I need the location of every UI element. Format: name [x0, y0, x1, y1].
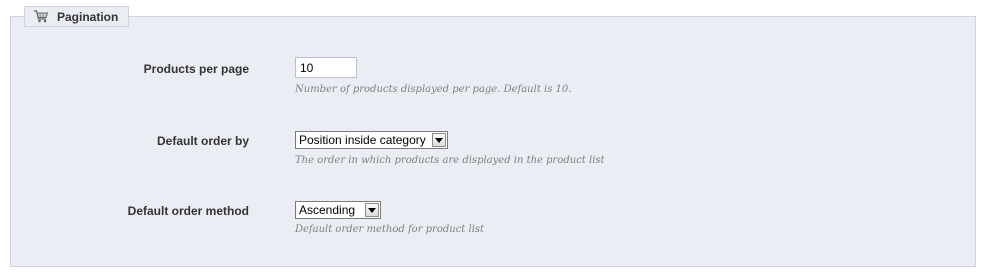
default-order-method-hint: Default order method for product list [295, 224, 485, 235]
chevron-down-icon[interactable] [365, 203, 379, 217]
default-order-by-select[interactable]: Position inside category [295, 131, 448, 149]
default-order-method-value: Ascending [299, 203, 356, 217]
default-order-by-value: Position inside category [299, 133, 426, 147]
products-per-page-label: Products per page [143, 62, 249, 76]
shopping-cart-icon [33, 10, 49, 23]
default-order-by-hint: The order in which products are displaye… [295, 155, 605, 166]
section-title: Pagination [57, 9, 119, 24]
default-order-method-select[interactable]: Ascending [295, 201, 381, 219]
default-order-method-label: Default order method [127, 204, 249, 218]
products-per-page-hint: Number of products displayed per page. D… [295, 84, 572, 95]
section-legend: Pagination [24, 6, 130, 27]
chevron-down-icon[interactable] [432, 133, 446, 147]
pagination-fieldset: Products per page Number of products dis… [10, 16, 976, 267]
default-order-by-label: Default order by [156, 134, 249, 148]
products-per-page-input[interactable] [295, 57, 357, 78]
